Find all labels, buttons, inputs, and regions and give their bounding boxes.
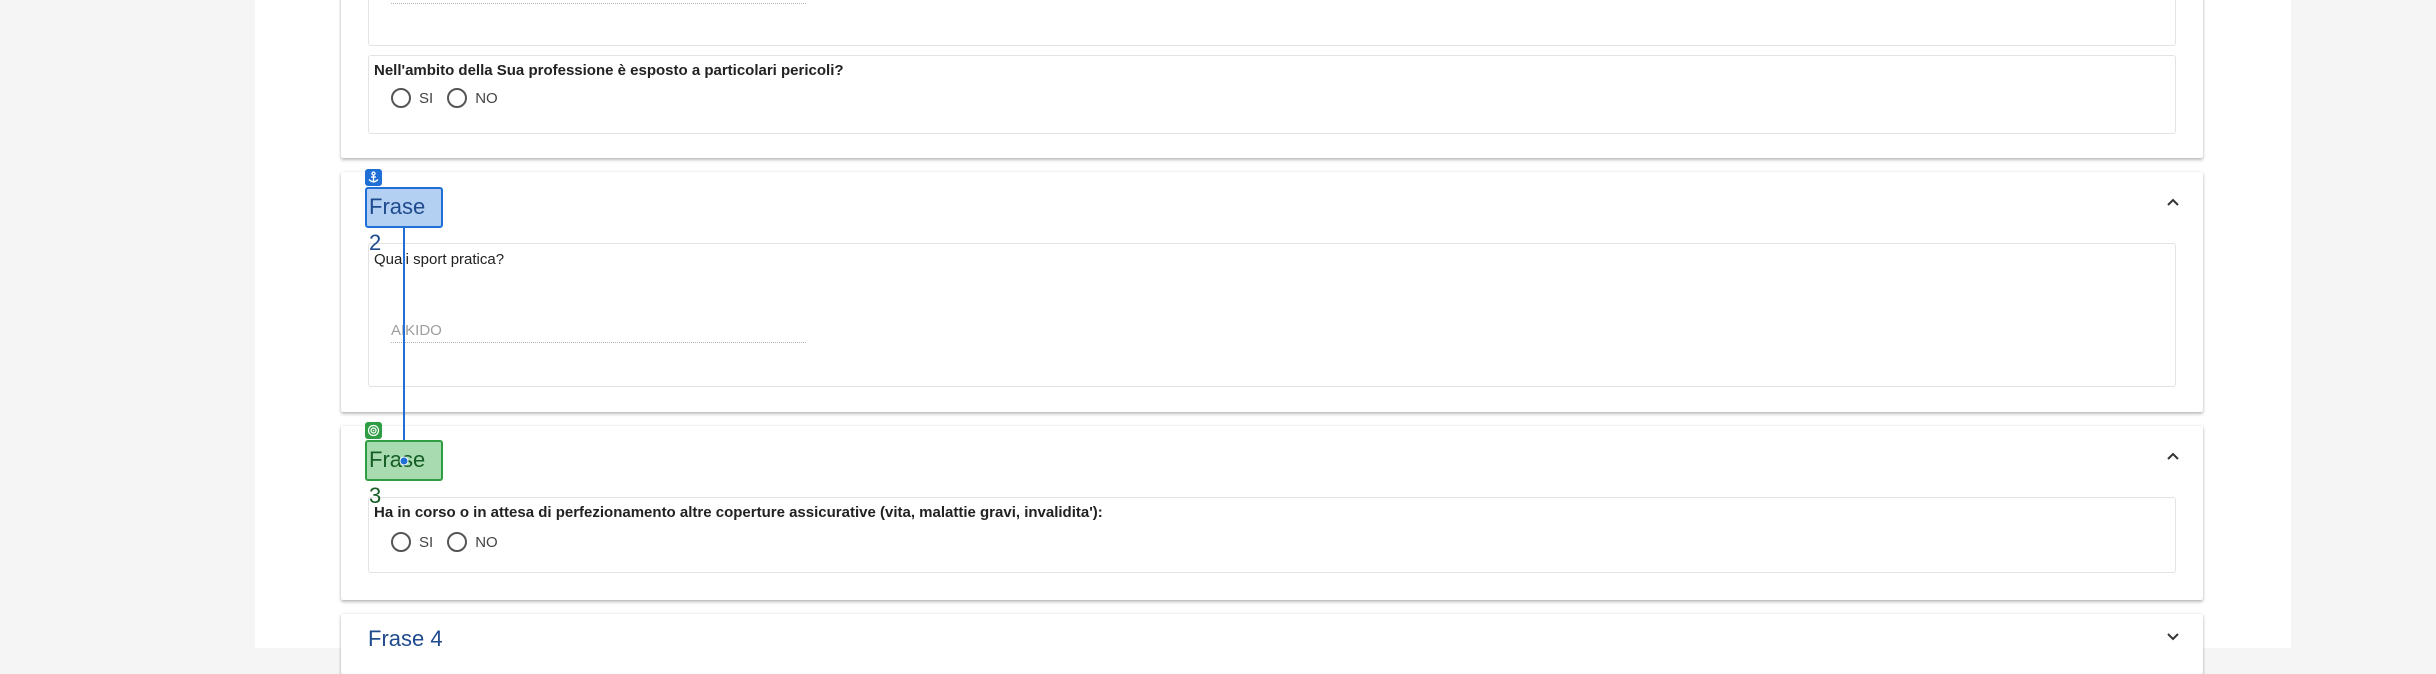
section-card-frase-3: Frase 3 Ha in corso o in attesa di perfe… bbox=[341, 426, 2203, 600]
radio-group: SI NO bbox=[391, 88, 512, 108]
question-block-coverage: Ha in corso o in attesa di perfezionamen… bbox=[368, 497, 2176, 573]
answer-value[interactable]: AIKIDO bbox=[391, 322, 442, 339]
anchor-icon bbox=[368, 171, 379, 183]
radio-si[interactable] bbox=[391, 88, 411, 108]
chevron-up-icon[interactable] bbox=[2165, 448, 2181, 464]
chevron-up-icon[interactable] bbox=[2165, 194, 2181, 210]
radio-label-si: SI bbox=[419, 533, 434, 551]
question-text: Quali sport pratica? bbox=[374, 251, 505, 268]
radio-label-si: SI bbox=[419, 89, 434, 107]
link-line bbox=[403, 210, 405, 470]
section-title[interactable]: Frase 4 bbox=[368, 626, 443, 652]
answer-underline bbox=[391, 342, 806, 343]
radio-group: SI NO bbox=[391, 532, 512, 552]
question-block-sports: Quali sport pratica? AIKIDO bbox=[368, 243, 2176, 387]
section-card-frase-2: Frase 2 Quali sport pratica? AIKIDO bbox=[341, 172, 2203, 412]
link-endpoint-dot bbox=[399, 456, 409, 466]
radio-label-no: NO bbox=[475, 533, 498, 551]
radio-no[interactable] bbox=[447, 88, 468, 108]
radio-label-no: NO bbox=[475, 89, 498, 107]
question-text: Ha in corso o in attesa di perfezionamen… bbox=[374, 504, 1103, 521]
chevron-down-icon[interactable] bbox=[2165, 628, 2181, 644]
section-tag-frase-2[interactable]: Frase 2 bbox=[365, 187, 443, 255]
question-text: Nell'ambito della Sua professione è espo… bbox=[374, 62, 844, 79]
target-icon bbox=[367, 424, 380, 437]
section-card-frase-4: Frase 4 bbox=[341, 614, 2203, 674]
previous-answer-line bbox=[391, 3, 806, 4]
radio-si[interactable] bbox=[391, 532, 411, 552]
anchor-badge[interactable] bbox=[365, 169, 382, 186]
target-badge[interactable] bbox=[365, 422, 382, 439]
question-block-dangers: Nell'ambito della Sua professione è espo… bbox=[368, 55, 2176, 134]
section-card-1: Nell'ambito della Sua professione è espo… bbox=[341, 0, 2203, 158]
radio-no[interactable] bbox=[447, 532, 468, 552]
previous-question-block bbox=[368, 0, 2176, 46]
